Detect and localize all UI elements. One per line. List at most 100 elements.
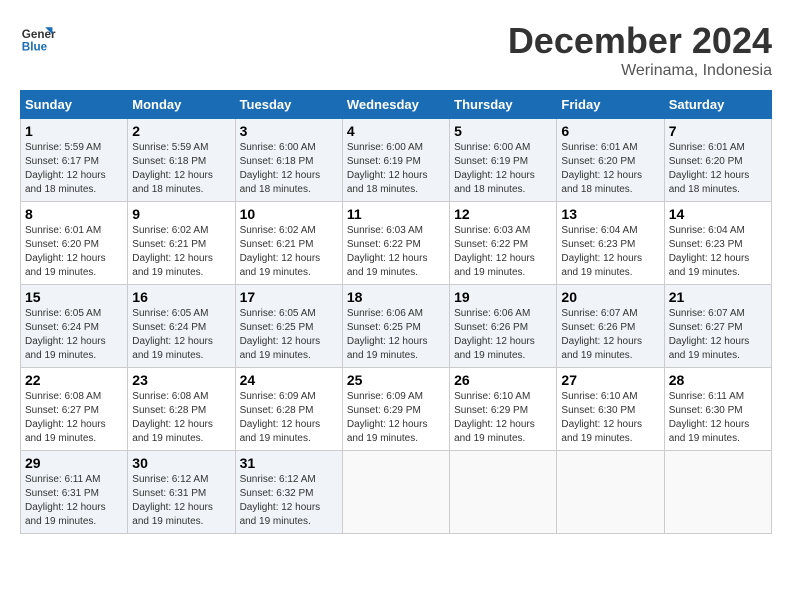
calendar-cell: 14 Sunrise: 6:04 AM Sunset: 6:23 PM Dayli… <box>664 202 771 285</box>
day-info: Sunrise: 6:04 AM Sunset: 6:23 PM Dayligh… <box>561 224 659 280</box>
calendar-cell: 13 Sunrise: 6:04 AM Sunset: 6:23 PM Dayli… <box>557 202 664 285</box>
day-info: Sunrise: 6:06 AM Sunset: 6:25 PM Dayligh… <box>347 307 445 363</box>
calendar-week-row: 8Sunrise: 6:01 AM Sunset: 6:20 PM Daylig… <box>21 202 772 285</box>
day-number: 29 <box>25 455 123 471</box>
day-number: 15 <box>25 289 123 305</box>
day-info: Sunrise: 6:11 AM Sunset: 6:30 PM Dayligh… <box>669 390 767 446</box>
day-info: Sunrise: 6:10 AM Sunset: 6:29 PM Dayligh… <box>454 390 552 446</box>
day-info: Sunrise: 6:02 AM Sunset: 6:21 PM Dayligh… <box>240 224 338 280</box>
day-number: 14 <box>669 206 767 222</box>
day-number: 28 <box>669 372 767 388</box>
day-info: Sunrise: 6:07 AM Sunset: 6:26 PM Dayligh… <box>561 307 659 363</box>
day-info: Sunrise: 6:07 AM Sunset: 6:27 PM Dayligh… <box>669 307 767 363</box>
calendar-cell: 26 Sunrise: 6:10 AM Sunset: 6:29 PM Dayli… <box>450 368 557 451</box>
day-number: 20 <box>561 289 659 305</box>
calendar-body: 1Sunrise: 5:59 AM Sunset: 6:17 PM Daylig… <box>21 119 772 534</box>
day-number: 10 <box>240 206 338 222</box>
calendar-cell: 21 Sunrise: 6:07 AM Sunset: 6:27 PM Dayli… <box>664 285 771 368</box>
day-header-friday: Friday <box>557 91 664 119</box>
calendar-cell: 19Sunrise: 6:06 AM Sunset: 6:26 PM Dayli… <box>450 285 557 368</box>
day-number: 12 <box>454 206 552 222</box>
day-header-monday: Monday <box>128 91 235 119</box>
day-number: 31 <box>240 455 338 471</box>
day-info: Sunrise: 6:03 AM Sunset: 6:22 PM Dayligh… <box>347 224 445 280</box>
calendar-cell: 7 Sunrise: 6:01 AM Sunset: 6:20 PM Daylig… <box>664 119 771 202</box>
calendar-cell: 27 Sunrise: 6:10 AM Sunset: 6:30 PM Dayli… <box>557 368 664 451</box>
day-number: 2 <box>132 123 230 139</box>
calendar-header-row: SundayMondayTuesdayWednesdayThursdayFrid… <box>21 91 772 119</box>
day-info: Sunrise: 6:03 AM Sunset: 6:22 PM Dayligh… <box>454 224 552 280</box>
day-header-sunday: Sunday <box>21 91 128 119</box>
calendar-cell: 5Sunrise: 6:00 AM Sunset: 6:19 PM Daylig… <box>450 119 557 202</box>
day-number: 26 <box>454 372 552 388</box>
day-info: Sunrise: 6:09 AM Sunset: 6:28 PM Dayligh… <box>240 390 338 446</box>
day-number: 7 <box>669 123 767 139</box>
day-number: 27 <box>561 372 659 388</box>
day-number: 16 <box>132 289 230 305</box>
calendar-cell: 6Sunrise: 6:01 AM Sunset: 6:20 PM Daylig… <box>557 119 664 202</box>
calendar-week-row: 22 Sunrise: 6:08 AM Sunset: 6:27 PM Dayli… <box>21 368 772 451</box>
calendar-cell: 8Sunrise: 6:01 AM Sunset: 6:20 PM Daylig… <box>21 202 128 285</box>
calendar-week-row: 29 Sunrise: 6:11 AM Sunset: 6:31 PM Dayli… <box>21 451 772 534</box>
day-info: Sunrise: 6:08 AM Sunset: 6:27 PM Dayligh… <box>25 390 123 446</box>
calendar-cell <box>557 451 664 534</box>
day-number: 21 <box>669 289 767 305</box>
day-info: Sunrise: 5:59 AM Sunset: 6:17 PM Dayligh… <box>25 141 123 197</box>
day-info: Sunrise: 6:01 AM Sunset: 6:20 PM Dayligh… <box>669 141 767 197</box>
title-block: December 2024 Werinama, Indonesia <box>508 20 772 80</box>
calendar-cell: 18 Sunrise: 6:06 AM Sunset: 6:25 PM Dayli… <box>342 285 449 368</box>
calendar-cell <box>664 451 771 534</box>
day-number: 25 <box>347 372 445 388</box>
calendar-cell: 17Sunrise: 6:05 AM Sunset: 6:25 PM Dayli… <box>235 285 342 368</box>
day-info: Sunrise: 6:05 AM Sunset: 6:25 PM Dayligh… <box>240 307 338 363</box>
calendar-cell: 16 Sunrise: 6:05 AM Sunset: 6:24 PM Dayli… <box>128 285 235 368</box>
day-number: 18 <box>347 289 445 305</box>
logo: General Blue <box>20 20 56 56</box>
calendar-cell: 3 Sunrise: 6:00 AM Sunset: 6:18 PM Daylig… <box>235 119 342 202</box>
day-number: 9 <box>132 206 230 222</box>
day-number: 24 <box>240 372 338 388</box>
day-header-saturday: Saturday <box>664 91 771 119</box>
calendar-cell: 30 Sunrise: 6:12 AM Sunset: 6:31 PM Dayli… <box>128 451 235 534</box>
page-header: General Blue December 2024 Werinama, Ind… <box>20 20 772 80</box>
calendar-cell: 23Sunrise: 6:08 AM Sunset: 6:28 PM Dayli… <box>128 368 235 451</box>
day-header-tuesday: Tuesday <box>235 91 342 119</box>
day-number: 3 <box>240 123 338 139</box>
day-number: 11 <box>347 206 445 222</box>
day-info: Sunrise: 6:04 AM Sunset: 6:23 PM Dayligh… <box>669 224 767 280</box>
svg-text:Blue: Blue <box>22 41 48 54</box>
day-info: Sunrise: 6:10 AM Sunset: 6:30 PM Dayligh… <box>561 390 659 446</box>
calendar-cell: 10 Sunrise: 6:02 AM Sunset: 6:21 PM Dayli… <box>235 202 342 285</box>
day-info: Sunrise: 6:05 AM Sunset: 6:24 PM Dayligh… <box>25 307 123 363</box>
calendar-cell: 4 Sunrise: 6:00 AM Sunset: 6:19 PM Daylig… <box>342 119 449 202</box>
day-info: Sunrise: 6:00 AM Sunset: 6:19 PM Dayligh… <box>347 141 445 197</box>
calendar-cell: 15 Sunrise: 6:05 AM Sunset: 6:24 PM Dayli… <box>21 285 128 368</box>
day-info: Sunrise: 6:09 AM Sunset: 6:29 PM Dayligh… <box>347 390 445 446</box>
calendar-cell: 9 Sunrise: 6:02 AM Sunset: 6:21 PM Daylig… <box>128 202 235 285</box>
calendar-table: SundayMondayTuesdayWednesdayThursdayFrid… <box>20 90 772 534</box>
day-number: 6 <box>561 123 659 139</box>
day-info: Sunrise: 6:05 AM Sunset: 6:24 PM Dayligh… <box>132 307 230 363</box>
calendar-week-row: 1Sunrise: 5:59 AM Sunset: 6:17 PM Daylig… <box>21 119 772 202</box>
calendar-cell: 20 Sunrise: 6:07 AM Sunset: 6:26 PM Dayli… <box>557 285 664 368</box>
calendar-cell: 1Sunrise: 5:59 AM Sunset: 6:17 PM Daylig… <box>21 119 128 202</box>
day-number: 22 <box>25 372 123 388</box>
day-header-wednesday: Wednesday <box>342 91 449 119</box>
day-info: Sunrise: 6:06 AM Sunset: 6:26 PM Dayligh… <box>454 307 552 363</box>
calendar-cell: 2Sunrise: 5:59 AM Sunset: 6:18 PM Daylig… <box>128 119 235 202</box>
day-info: Sunrise: 6:12 AM Sunset: 6:31 PM Dayligh… <box>132 473 230 529</box>
day-number: 30 <box>132 455 230 471</box>
day-number: 13 <box>561 206 659 222</box>
day-info: Sunrise: 6:00 AM Sunset: 6:18 PM Dayligh… <box>240 141 338 197</box>
month-title: December 2024 <box>508 20 772 62</box>
logo-icon: General Blue <box>20 20 56 56</box>
day-info: Sunrise: 6:11 AM Sunset: 6:31 PM Dayligh… <box>25 473 123 529</box>
calendar-cell <box>450 451 557 534</box>
day-number: 4 <box>347 123 445 139</box>
calendar-cell: 22 Sunrise: 6:08 AM Sunset: 6:27 PM Dayli… <box>21 368 128 451</box>
calendar-week-row: 15 Sunrise: 6:05 AM Sunset: 6:24 PM Dayli… <box>21 285 772 368</box>
calendar-cell: 24 Sunrise: 6:09 AM Sunset: 6:28 PM Dayli… <box>235 368 342 451</box>
calendar-cell <box>342 451 449 534</box>
calendar-cell: 25 Sunrise: 6:09 AM Sunset: 6:29 PM Dayli… <box>342 368 449 451</box>
day-info: Sunrise: 6:02 AM Sunset: 6:21 PM Dayligh… <box>132 224 230 280</box>
